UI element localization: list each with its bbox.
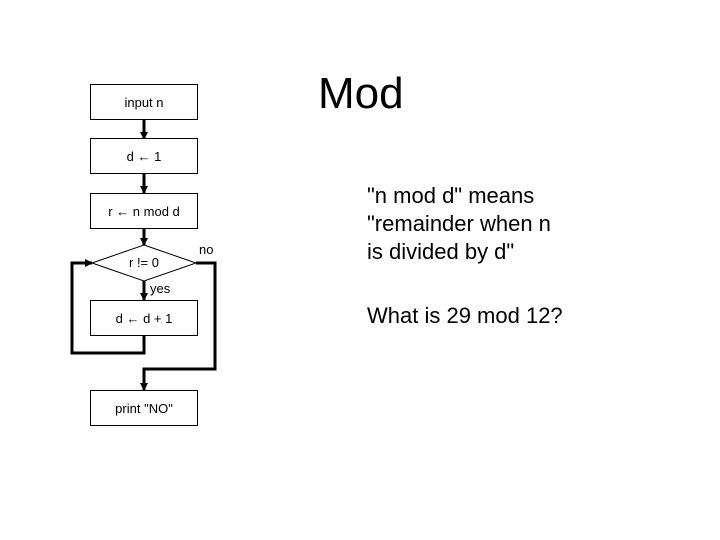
compute-node: r ← n mod d bbox=[90, 193, 198, 229]
input-node: input n bbox=[90, 84, 198, 120]
increment-node-label: d ← d + 1 bbox=[115, 310, 173, 326]
output-node: print "NO" bbox=[90, 390, 198, 426]
output-node-label: print "NO" bbox=[115, 400, 173, 416]
decision-node-label: r != 0 bbox=[129, 255, 159, 270]
init-node: d ← 1 bbox=[90, 138, 198, 174]
increment-node: d ← d + 1 bbox=[90, 300, 198, 336]
compute-node-label: r ← n mod d bbox=[108, 203, 180, 219]
no-label: no bbox=[199, 242, 214, 257]
yes-label: yes bbox=[150, 281, 171, 296]
init-node-label: d ← 1 bbox=[126, 148, 162, 164]
input-node-label: input n bbox=[124, 94, 164, 110]
